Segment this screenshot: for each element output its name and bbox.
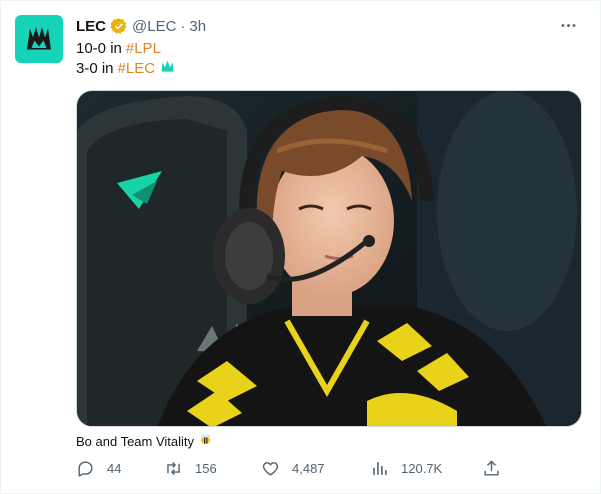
player-photo	[77, 91, 581, 426]
tweet-photo[interactable]	[76, 90, 582, 427]
hashtag-link[interactable]: #LPL	[126, 39, 161, 59]
author-handle[interactable]: @LEC	[132, 18, 176, 35]
retweet-count: 156	[195, 461, 217, 476]
like-count: 4,487	[292, 461, 325, 476]
like-icon	[262, 462, 279, 476]
tweet-actions: 44 156 4,487 120.7K	[76, 459, 506, 483]
hashtag-link[interactable]: #LEC	[118, 59, 156, 79]
retweet-icon	[167, 462, 180, 475]
share-icon	[484, 460, 499, 476]
verified-badge-icon	[110, 17, 128, 35]
photo-caption: Bo and Team Vitality	[76, 432, 213, 450]
tweet-line-text: 3-0 in	[76, 60, 114, 77]
views-icon	[373, 462, 387, 475]
tweet-header: LEC @LEC · 3h	[76, 16, 206, 36]
author-name[interactable]: LEC	[76, 18, 106, 35]
tweet-text: 10-0 in #LPL 3-0 in #LEC	[76, 39, 176, 79]
retweet-button[interactable]: 156	[164, 459, 217, 478]
tweet-line-text: 10-0 in	[76, 40, 122, 57]
tweet-line: 10-0 in #LPL	[76, 39, 176, 59]
lec-logo-icon[interactable]	[15, 15, 63, 63]
more-icon[interactable]	[558, 15, 578, 35]
reply-count: 44	[107, 461, 122, 476]
reply-icon	[78, 461, 93, 477]
reply-button[interactable]: 44	[76, 459, 121, 478]
caption-text[interactable]: Bo and Team Vitality	[76, 434, 194, 449]
separator-dot: ·	[180, 17, 186, 35]
like-button[interactable]: 4,487	[261, 459, 325, 478]
views-button[interactable]: 120.7K	[370, 459, 442, 478]
bee-icon	[198, 432, 213, 450]
lec-crown-icon	[159, 58, 176, 81]
share-button[interactable]	[482, 459, 501, 478]
tweet-line: 3-0 in #LEC	[76, 59, 176, 79]
tweet-card[interactable]: LEC @LEC · 3h 10-0 in #LPL 3-0 in #LEC B…	[0, 0, 601, 494]
tweet-time[interactable]: 3h	[189, 18, 206, 35]
views-count: 120.7K	[401, 461, 443, 476]
